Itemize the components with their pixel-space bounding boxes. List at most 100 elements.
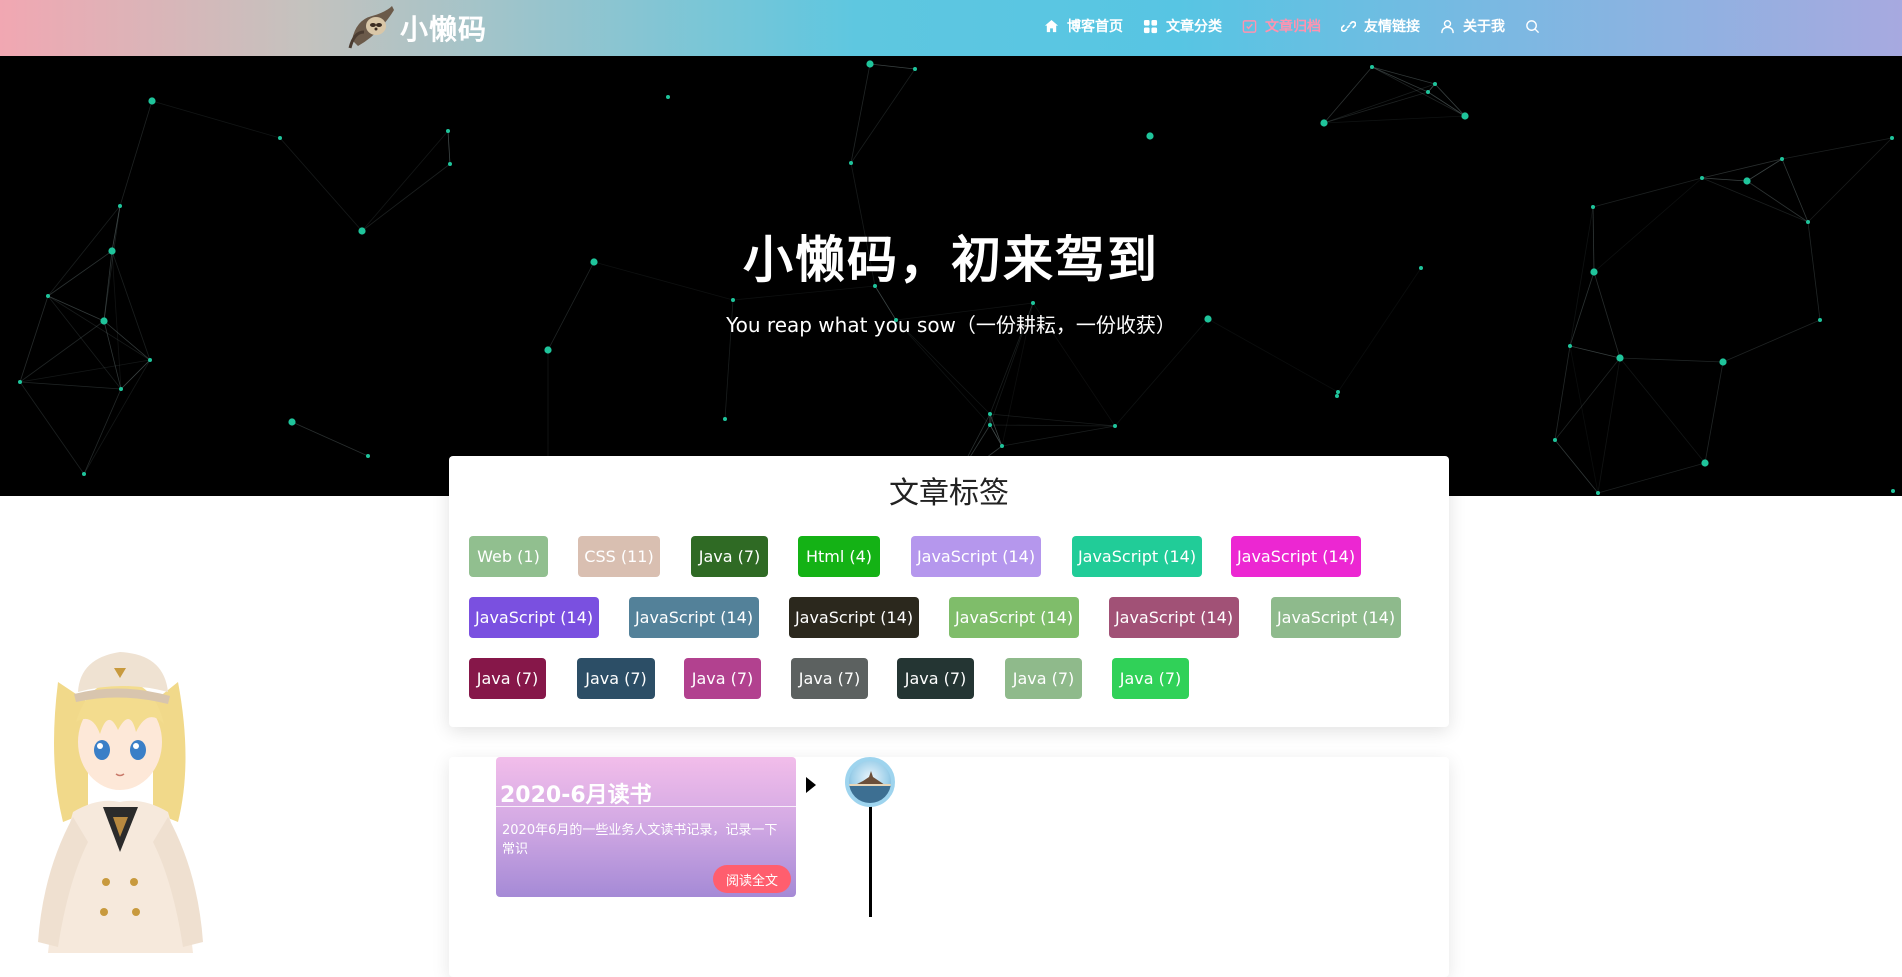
nav-item-about[interactable]: 关于我 — [1440, 16, 1505, 36]
tag-chip[interactable]: CSS (11) — [578, 536, 660, 577]
nav-item-archive[interactable]: 文章归档 — [1242, 16, 1321, 36]
tag-chip[interactable]: Java (7) — [897, 658, 974, 699]
nav-label-links: 友情链接 — [1364, 19, 1420, 35]
network-node — [544, 346, 552, 354]
network-node — [731, 298, 735, 302]
network-node — [1433, 82, 1437, 86]
tag-chip[interactable]: JavaScript (14) — [949, 597, 1079, 638]
tag-chip[interactable]: JavaScript (14) — [629, 597, 759, 638]
post-card[interactable]: 2020-6月读书 2020年6月的一些业务人文读书记录，记录一下常识 阅读全文 — [496, 757, 796, 897]
network-node — [148, 358, 152, 362]
network-node — [1426, 90, 1430, 94]
network-node — [118, 204, 122, 208]
network-line — [83, 388, 122, 475]
user-icon — [1441, 19, 1454, 33]
network-line — [850, 63, 871, 164]
network-node — [866, 60, 874, 68]
network-line — [1569, 345, 1599, 494]
network-line — [19, 381, 122, 390]
post-description: 2020年6月的一些业务人文读书记录，记录一下常识 — [502, 823, 778, 857]
network-line — [1554, 439, 1599, 494]
network-line — [989, 413, 1116, 427]
network-line — [19, 381, 85, 475]
timeline-line — [869, 801, 872, 917]
post-title[interactable]: 2020-6月读书 — [500, 777, 652, 809]
tag-chip[interactable]: Java (7) — [691, 536, 768, 577]
nav-label-about: 关于我 — [1463, 19, 1505, 35]
tag-chip[interactable]: Java (7) — [577, 658, 655, 699]
network-node — [446, 129, 450, 133]
network-node — [1596, 491, 1600, 495]
network-node — [913, 67, 917, 71]
archive-timeline-card: 2020-6月读书 2020年6月的一些业务人文读书记录，记录一下常识 阅读全文 — [449, 757, 1449, 977]
network-line — [989, 413, 1003, 447]
tag-chip[interactable]: JavaScript (14) — [1231, 536, 1361, 577]
tag-chip[interactable]: Java (7) — [469, 658, 546, 699]
hero-banner: 小懒码，初来驾到 You reap what you sow（一份耕耘，一份收获… — [0, 56, 1902, 496]
network-line — [1704, 361, 1724, 464]
anime-mascot-widget[interactable] — [18, 612, 218, 953]
network-node — [448, 162, 452, 166]
network-line — [1807, 137, 1893, 223]
network-line — [1619, 357, 1724, 363]
tag-chip[interactable]: Web (1) — [469, 536, 548, 577]
network-node — [1616, 354, 1624, 362]
tag-chip[interactable]: JavaScript (14) — [469, 597, 599, 638]
network-node — [1891, 489, 1895, 493]
archive-icon — [1242, 19, 1257, 33]
network-line — [1781, 137, 1893, 160]
network-line — [361, 130, 449, 232]
tag-chip[interactable]: Java (7) — [684, 658, 761, 699]
post-divider — [496, 806, 796, 807]
tag-chip[interactable]: Java (7) — [791, 658, 868, 699]
tag-chip[interactable]: JavaScript (14) — [1072, 536, 1202, 577]
network-node — [1743, 177, 1751, 185]
network-node — [366, 454, 370, 458]
network-node — [1370, 65, 1374, 69]
nav-item-categories[interactable]: 文章分类 — [1143, 16, 1222, 36]
network-node — [148, 97, 156, 105]
network-line — [1554, 357, 1621, 441]
network-node — [988, 412, 992, 416]
site-logo[interactable]: 小懒码 — [346, 2, 487, 54]
network-line — [1371, 66, 1466, 117]
tag-chip[interactable]: JavaScript (14) — [1271, 597, 1401, 638]
network-line — [279, 137, 363, 232]
network-line — [447, 130, 451, 165]
read-more-button[interactable]: 阅读全文 — [713, 865, 791, 893]
nav-item-links[interactable]: 友情链接 — [1341, 16, 1420, 36]
network-line — [83, 359, 151, 475]
search-button[interactable] — [1525, 19, 1540, 34]
nav-label-archive: 文章归档 — [1265, 19, 1321, 35]
tag-chip[interactable]: Html (4) — [798, 536, 880, 577]
network-node — [82, 472, 86, 476]
network-node — [1146, 132, 1154, 140]
network-node — [849, 161, 853, 165]
network-line — [1434, 83, 1466, 117]
network-line — [1597, 462, 1706, 494]
network-line — [1746, 180, 1809, 223]
network-line — [1746, 158, 1783, 182]
tag-chip[interactable]: JavaScript (14) — [789, 597, 919, 638]
nav-label-home: 博客首页 — [1067, 19, 1123, 35]
network-node — [1031, 301, 1035, 305]
network-line — [989, 424, 1116, 427]
tag-chip[interactable]: JavaScript (14) — [911, 536, 1041, 577]
article-tags-card: 文章标签 Web (1) CSS (11) Java (7) Html (4) Java… — [449, 456, 1449, 727]
network-line — [1597, 357, 1621, 494]
network-node — [1553, 438, 1557, 442]
hero-title: 小懒码，初来驾到 — [743, 231, 1159, 289]
network-line — [1701, 158, 1783, 179]
tag-chip[interactable]: JavaScript (14) — [1109, 597, 1239, 638]
network-node — [723, 417, 727, 421]
network-node — [666, 95, 670, 99]
network-line — [19, 359, 151, 383]
nav-item-home[interactable]: 博客首页 — [1044, 16, 1123, 36]
network-line — [1619, 357, 1706, 464]
tag-chip[interactable]: Java (7) — [1005, 658, 1082, 699]
site-name: 小懒码 — [400, 13, 488, 46]
network-node — [1780, 157, 1784, 161]
network-line — [1001, 425, 1116, 447]
network-node — [1568, 344, 1572, 348]
tag-chip[interactable]: Java (7) — [1112, 658, 1189, 699]
